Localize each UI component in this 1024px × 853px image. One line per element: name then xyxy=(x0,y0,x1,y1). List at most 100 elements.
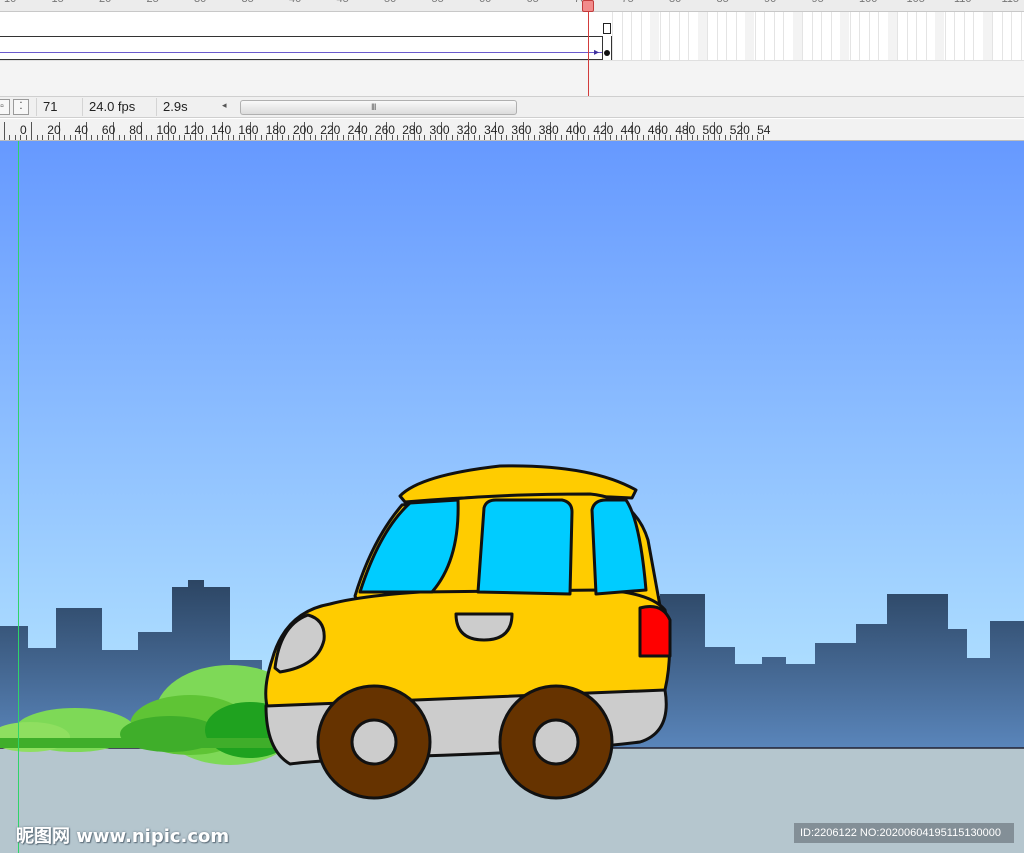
frame-cell-shade xyxy=(840,12,849,60)
ruler-tick xyxy=(424,135,426,140)
frame-cell-divider xyxy=(897,12,898,60)
frame-number-label: 80 xyxy=(669,0,681,5)
frame-cell-divider xyxy=(859,12,860,60)
tween-arrow-icon: ▸ xyxy=(594,47,600,58)
ruler-label: 160 xyxy=(238,123,259,137)
ruler-label: 180 xyxy=(265,123,286,137)
ruler-tick xyxy=(315,135,317,140)
ruler-tick xyxy=(752,135,754,140)
ruler-label: 240 xyxy=(347,123,368,137)
ruler-tick xyxy=(206,135,208,140)
frame-number-label: 75 xyxy=(622,0,634,5)
ruler-label: 300 xyxy=(429,123,450,137)
ruler-tick xyxy=(670,135,672,140)
frame-cell-divider xyxy=(773,12,775,60)
ruler-tick xyxy=(42,135,44,140)
frame-cell-shade xyxy=(745,12,754,60)
ruler-label: 360 xyxy=(511,123,532,137)
timeline-empty-area xyxy=(0,60,1024,96)
scroll-left-icon[interactable]: ◂ xyxy=(222,100,227,111)
ruler-label: 420 xyxy=(593,123,614,137)
frame-number-label: 20 xyxy=(99,0,111,5)
ruler-label: 320 xyxy=(456,123,477,137)
ruler-tick xyxy=(260,135,262,140)
ruler-label: 120 xyxy=(183,123,204,137)
frame-cell-shade xyxy=(887,12,897,60)
onion-skin-button[interactable]: ▫ xyxy=(0,99,10,115)
ruler-label: 40 xyxy=(74,123,88,137)
ruler-tick xyxy=(342,135,344,140)
ruler-label: 260 xyxy=(374,123,395,137)
ruler-label: 400 xyxy=(566,123,587,137)
frame-cell-divider xyxy=(726,12,727,60)
frame-cell-divider xyxy=(821,12,822,60)
frame-number-label: 55 xyxy=(432,0,444,5)
ruler-tick xyxy=(145,135,147,140)
ruler-tick xyxy=(533,135,535,140)
frame-cell-divider xyxy=(954,12,955,60)
frame-grid[interactable] xyxy=(612,12,1024,60)
ruler-tick xyxy=(506,135,508,140)
ruler-tick xyxy=(560,135,562,140)
frame-number-label: 30 xyxy=(194,0,206,5)
frame-cell-shade xyxy=(792,12,802,60)
frame-cell-divider xyxy=(802,12,803,60)
stage-canvas[interactable] xyxy=(0,141,1024,853)
frame-cell-divider xyxy=(830,12,832,60)
current-frame-field: 71 xyxy=(36,98,78,116)
stage-ruler[interactable]: 0 20 40 60 80 100 120 140 160 180 200 220 240 260 280 3… xyxy=(0,119,1024,141)
ruler-tick xyxy=(642,135,644,140)
timeline-panel: 1015202530354045505560657075808590951001… xyxy=(0,0,1024,96)
layer-row-1[interactable] xyxy=(0,36,612,37)
elapsed-time-field: 2.9s xyxy=(156,98,212,116)
ruler-tick xyxy=(615,135,617,140)
ruler-label: 220 xyxy=(320,123,341,137)
frame-number-label: 95 xyxy=(812,0,824,5)
frame-number-label: 45 xyxy=(337,0,349,5)
frame-cell-divider xyxy=(659,12,661,60)
frame-cell-divider xyxy=(621,12,623,60)
ruler-label: 460 xyxy=(647,123,668,137)
ruler-tick xyxy=(397,135,399,140)
empty-keyframe[interactable] xyxy=(603,23,611,34)
frame-cell-shade xyxy=(982,12,992,60)
frame-rate-field[interactable]: 24.0 fps xyxy=(82,98,152,116)
frame-number-label: 60 xyxy=(479,0,491,5)
ruler-tick xyxy=(31,122,33,140)
frame-cell-divider xyxy=(707,12,708,60)
stage-guide-line[interactable] xyxy=(18,141,19,853)
ruler-label: 480 xyxy=(675,123,696,137)
ruler-tick xyxy=(36,135,38,140)
frame-cell-divider xyxy=(669,12,670,60)
ruler-tick xyxy=(124,135,126,140)
ruler-tick xyxy=(369,135,371,140)
frame-cell-divider xyxy=(963,12,965,60)
frame-cell-shade xyxy=(697,12,707,60)
stage-artwork xyxy=(0,141,1024,853)
ruler-tick xyxy=(151,135,153,140)
frame-cell-divider xyxy=(612,12,613,60)
timeline-status-bar: ▫ ⁚ 71 24.0 fps 2.9s ◂ III xyxy=(0,96,1024,118)
frame-number-label: 25 xyxy=(147,0,159,5)
ruler-label: 200 xyxy=(293,123,314,137)
frame-cell-divider xyxy=(906,12,908,60)
frame-cell-divider xyxy=(678,12,680,60)
watermark-site: 昵图网 www.nipic.com xyxy=(16,826,230,847)
keyframe-cell[interactable] xyxy=(602,36,612,60)
edit-multiple-frames-button[interactable]: ⁚ xyxy=(13,99,29,115)
timeline-horizontal-scrollbar[interactable]: III xyxy=(240,100,517,115)
frame-ruler[interactable]: 1015202530354045505560657075808590951001… xyxy=(0,0,1024,12)
playhead-handle[interactable] xyxy=(582,0,594,12)
frame-number-label: 105 xyxy=(907,0,925,5)
frame-cell-divider xyxy=(916,12,917,60)
ruler-tick xyxy=(178,135,180,140)
ruler-tick xyxy=(91,135,93,140)
ruler-label: 100 xyxy=(156,123,177,137)
ruler-tick xyxy=(118,135,120,140)
ruler-tick xyxy=(588,135,590,140)
frame-cell-divider xyxy=(754,12,756,60)
ruler-label: 440 xyxy=(620,123,641,137)
frame-cell-divider xyxy=(973,12,974,60)
frame-cell-divider xyxy=(944,12,946,60)
ruler-tick xyxy=(287,135,289,140)
